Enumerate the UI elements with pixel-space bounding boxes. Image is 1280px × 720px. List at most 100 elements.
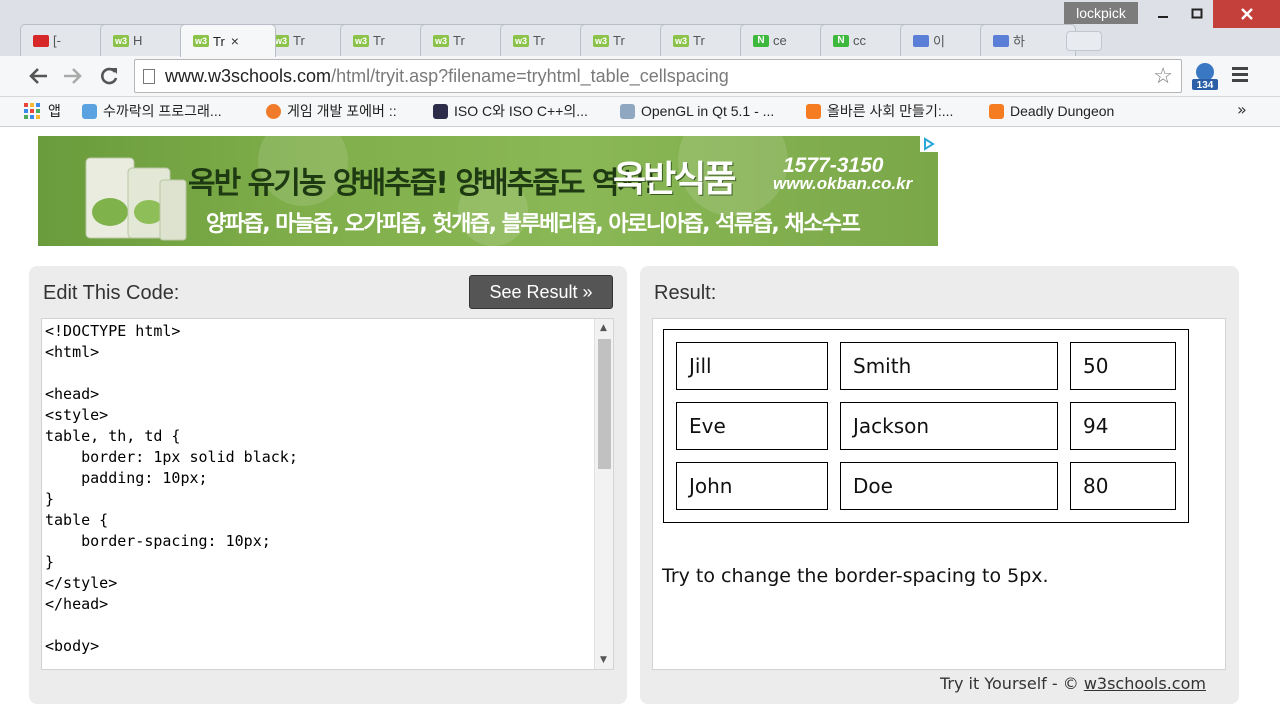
tab[interactable]: 하 [980,24,1076,56]
code-line: table { [45,511,109,529]
footer-prefix: Try it Yourself - © [940,674,1079,693]
w3schools-icon: w3 [433,34,449,47]
bookmark-item[interactable]: Deadly Dungeon [989,101,1114,121]
naver-icon: N [753,34,769,47]
code-line: padding: 10px; [45,469,208,487]
table-row: John Doe 80 [676,462,1176,510]
advertisement-banner[interactable]: 옥반 유기농 양배추즙! 양배추즙도 역시! 옥반식품 1577-3150 ww… [38,136,938,246]
table-row: Jill Smith 50 [676,342,1176,390]
tab-label: H [133,33,143,48]
forward-arrow-icon [64,68,82,84]
minimize-icon [1158,16,1168,18]
code-line: </style> [45,574,118,592]
bookmark-item[interactable]: ISO C와 ISO C++의... [433,101,588,121]
code-content: <!DOCTYPE html> <html> <head> <style> table,… [45,321,298,657]
bookmarks-bar: 앱 수까락의 프로그래... 게임 개발 포에버 :: ISO C와 ISO C… [0,97,1280,127]
chrome-menu-button[interactable] [1232,66,1250,84]
url-path: /html/tryit.asp?filename=tryhtml_table_c… [331,66,729,86]
page-icon [143,69,155,84]
bookmark-item[interactable]: 올바른 사회 만들기:... [806,101,953,121]
tab-label: 이 [933,34,945,49]
ad-brand: 옥반식품 [613,159,736,200]
back-button[interactable] [24,62,52,90]
bookmark-favicon-icon [82,103,97,119]
bookmark-label: 수까락의 프로그래... [103,103,222,119]
naver-icon: N [833,34,849,47]
reload-icon [101,67,118,85]
bookmarks-overflow-chevron-icon[interactable]: » [1237,100,1247,119]
tab-label: 하 [1013,34,1025,49]
reload-button[interactable] [95,62,123,90]
table-cell: 80 [1070,462,1176,510]
ad-website: www.okban.co.kr [773,174,913,193]
result-table: Jill Smith 50 Eve Jackson 94 John Doe 80 [663,329,1189,523]
new-tab-button[interactable] [1066,31,1102,51]
adchoices-icon[interactable] [920,136,938,152]
code-scrollbar[interactable]: ▲ ▼ [594,319,613,669]
page-content: 옥반 유기농 양배추즙! 양배추즙도 역시! 옥반식품 1577-3150 ww… [0,127,1280,720]
bookmark-label: ISO C와 ISO C++의... [454,103,588,119]
bookmark-label: Deadly Dungeon [1010,103,1115,119]
bookmark-item[interactable]: 수까락의 프로그래... [82,101,222,121]
scroll-thumb[interactable] [598,339,611,469]
tab-label: cc [853,33,866,48]
address-bar[interactable]: www.w3schools.com/html/tryit.asp?filenam… [134,59,1182,93]
code-line: </head> [45,595,109,613]
scroll-down-arrow-icon[interactable]: ▼ [600,655,607,665]
close-window-button[interactable] [1213,0,1280,28]
tab-label: [- [53,33,61,48]
code-line: table, th, td { [45,427,181,445]
code-line: <html> [45,343,100,361]
scroll-up-arrow-icon[interactable]: ▲ [600,323,607,333]
juice-pouch-image [85,157,187,241]
tab-label: ce [773,33,787,48]
bookmark-label: 게임 개발 포에버 :: [287,103,397,119]
table-cell: 50 [1070,342,1176,390]
extension-icon [993,34,1009,47]
w3schools-icon: w3 [353,34,369,47]
bookmark-apps[interactable]: 앱 [24,101,61,121]
tab-label: Tr [533,33,545,48]
w3schools-link[interactable]: w3schools.com [1084,674,1206,693]
code-editor-panel: Edit This Code: See Result » <!DOCTYPE h… [29,266,627,704]
extension-badge: 134 [1197,80,1214,91]
editor-title: Edit This Code: [43,282,180,304]
result-frame: Jill Smith 50 Eve Jackson 94 John Doe 80 Try to … [652,318,1226,670]
code-line: <!DOCTYPE html> [45,322,181,340]
youtube-icon [33,34,49,47]
code-line: border-spacing: 10px; [45,532,271,550]
ad-headline: 옥반 유기농 양배추즙! 양배추즙도 역시! [188,166,657,201]
ad-subline: 양파즙, 마늘즙, 오가피즙, 헛개즙, 블루베리즙, 아로니아즙, 석류즙, … [206,212,861,237]
bookmark-item[interactable]: 게임 개발 포에버 :: [266,101,397,121]
result-note: Try to change the border-spacing to 5px. [662,565,1049,587]
code-line: <style> [45,406,109,424]
blogger-icon [989,103,1004,119]
bookmark-star-icon[interactable]: ☆ [1153,60,1173,92]
tab-label: Tr [453,33,465,48]
table-cell: Jill [676,342,828,390]
see-result-button[interactable]: See Result » [469,275,613,309]
url-text: www.w3schools.com/html/tryit.asp?filenam… [165,60,729,92]
maximize-button[interactable] [1177,0,1217,28]
bookmark-favicon-icon [433,103,448,119]
maximize-icon [1191,8,1203,19]
tab-active[interactable]: w3 Tr × [180,24,276,57]
table-cell: Jackson [840,402,1058,450]
browser-toolbar: www.w3schools.com/html/tryit.asp?filenam… [0,56,1280,97]
profile-badge[interactable]: lockpick [1064,2,1138,24]
bookmark-label: OpenGL in Qt 5.1 - ... [641,103,775,119]
code-textarea[interactable]: <!DOCTYPE html> <html> <head> <style> table,… [41,318,614,670]
tab-close-icon[interactable]: × [231,33,239,49]
bookmark-item[interactable]: OpenGL in Qt 5.1 - ... [620,101,774,121]
w3schools-icon: w3 [513,34,529,47]
forward-button[interactable] [59,62,87,90]
code-line: } [45,490,55,508]
close-icon [1240,8,1253,20]
extension-icon [913,34,929,47]
code-line: border: 1px solid black; [45,448,298,466]
table-row: Eve Jackson 94 [676,402,1176,450]
extension-button[interactable]: 134 [1190,61,1220,91]
tab-label: Tr [373,33,385,48]
